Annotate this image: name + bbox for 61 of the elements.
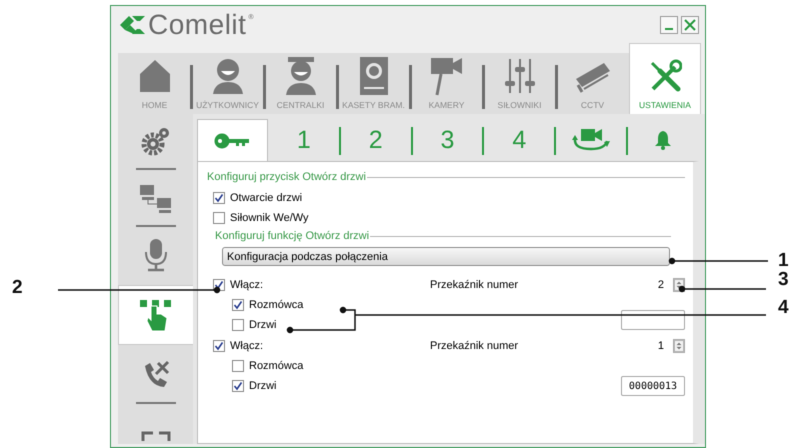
code-value: 00000013 bbox=[628, 380, 678, 392]
checkbox-label: Otwarcie drzwi bbox=[230, 192, 302, 204]
callout-number: 1 bbox=[778, 251, 789, 271]
nav-tab[interactable]: UŻYTKOWNICY bbox=[191, 53, 264, 114]
relay-number: 2 bbox=[658, 279, 664, 291]
bell-icon bbox=[654, 130, 672, 150]
logo-text: Comelit bbox=[148, 10, 246, 38]
checkbox[interactable] bbox=[232, 319, 244, 331]
checkbox-label: Włącz: bbox=[230, 279, 263, 291]
checkbox-label: Siłownik We/Wy bbox=[230, 212, 309, 224]
camera-icon bbox=[428, 56, 464, 96]
checkbox[interactable] bbox=[213, 340, 225, 352]
logo-mark-icon bbox=[120, 14, 146, 34]
minimize-button[interactable] bbox=[660, 16, 678, 34]
nav-tab[interactable]: USTAWIENIA bbox=[629, 43, 701, 114]
checkbox-label: Rozmówca bbox=[249, 360, 304, 372]
key-icon bbox=[214, 132, 250, 148]
checkbox-label: Drzwi bbox=[249, 319, 276, 331]
touch-button-icon bbox=[139, 298, 173, 332]
sub-tab[interactable]: 4 bbox=[483, 119, 556, 161]
sub-tab[interactable] bbox=[197, 119, 268, 161]
sub-tab[interactable]: 2 bbox=[340, 119, 412, 161]
checkbox[interactable] bbox=[232, 299, 244, 311]
checkbox[interactable] bbox=[213, 212, 225, 224]
sub-tab[interactable]: 3 bbox=[412, 119, 484, 161]
callout-number: 3 bbox=[778, 270, 789, 290]
relay-label: Przekaźnik numer bbox=[430, 340, 520, 352]
checkbox[interactable] bbox=[232, 360, 244, 372]
callout-number: 2 bbox=[12, 278, 23, 298]
nav-tab[interactable]: HOME bbox=[118, 53, 191, 114]
section-title: Konfiguruj przycisk Otwórz drzwi bbox=[207, 171, 366, 183]
section-title: Konfiguruj funkcję Otwórz drzwi bbox=[215, 230, 370, 242]
relay-number: 1 bbox=[658, 340, 664, 352]
gears-icon bbox=[140, 126, 170, 156]
network-computers-icon bbox=[138, 183, 172, 214]
house-icon bbox=[138, 58, 172, 94]
sub-tab[interactable]: 1 bbox=[268, 119, 340, 161]
code-field[interactable]: 00000013 bbox=[621, 376, 685, 396]
nav-tab[interactable]: KAMERY bbox=[410, 53, 483, 114]
minimize-icon bbox=[665, 28, 673, 30]
checkbox-label: Włącz: bbox=[230, 340, 263, 352]
camera-rotate-icon bbox=[572, 127, 610, 153]
checkbox[interactable] bbox=[213, 192, 225, 204]
code-field[interactable] bbox=[621, 310, 685, 330]
sidebar-item[interactable] bbox=[118, 285, 193, 345]
nav-tab[interactable]: CENTRALKI bbox=[264, 53, 337, 114]
close-icon bbox=[684, 18, 696, 30]
sliders-icon bbox=[504, 57, 536, 95]
checkbox-label: Rozmówca bbox=[249, 299, 304, 311]
callout-number: 4 bbox=[778, 298, 789, 318]
nav-tab[interactable]: CCTV bbox=[556, 53, 629, 114]
close-button[interactable] bbox=[681, 16, 699, 34]
nav-tab[interactable]: KASETY BRAM. bbox=[337, 53, 410, 114]
tools-icon bbox=[648, 59, 682, 93]
relay-label: Przekaźnik numer bbox=[430, 279, 520, 291]
dropdown[interactable]: Konfiguracja podczas połączenia bbox=[222, 247, 670, 266]
microphone-icon bbox=[142, 238, 168, 272]
nav-tab[interactable]: SIŁOWNIKI bbox=[483, 53, 556, 114]
door-panel-icon bbox=[358, 56, 388, 96]
checkbox[interactable] bbox=[232, 380, 244, 392]
checkbox-label: Drzwi bbox=[249, 380, 276, 392]
